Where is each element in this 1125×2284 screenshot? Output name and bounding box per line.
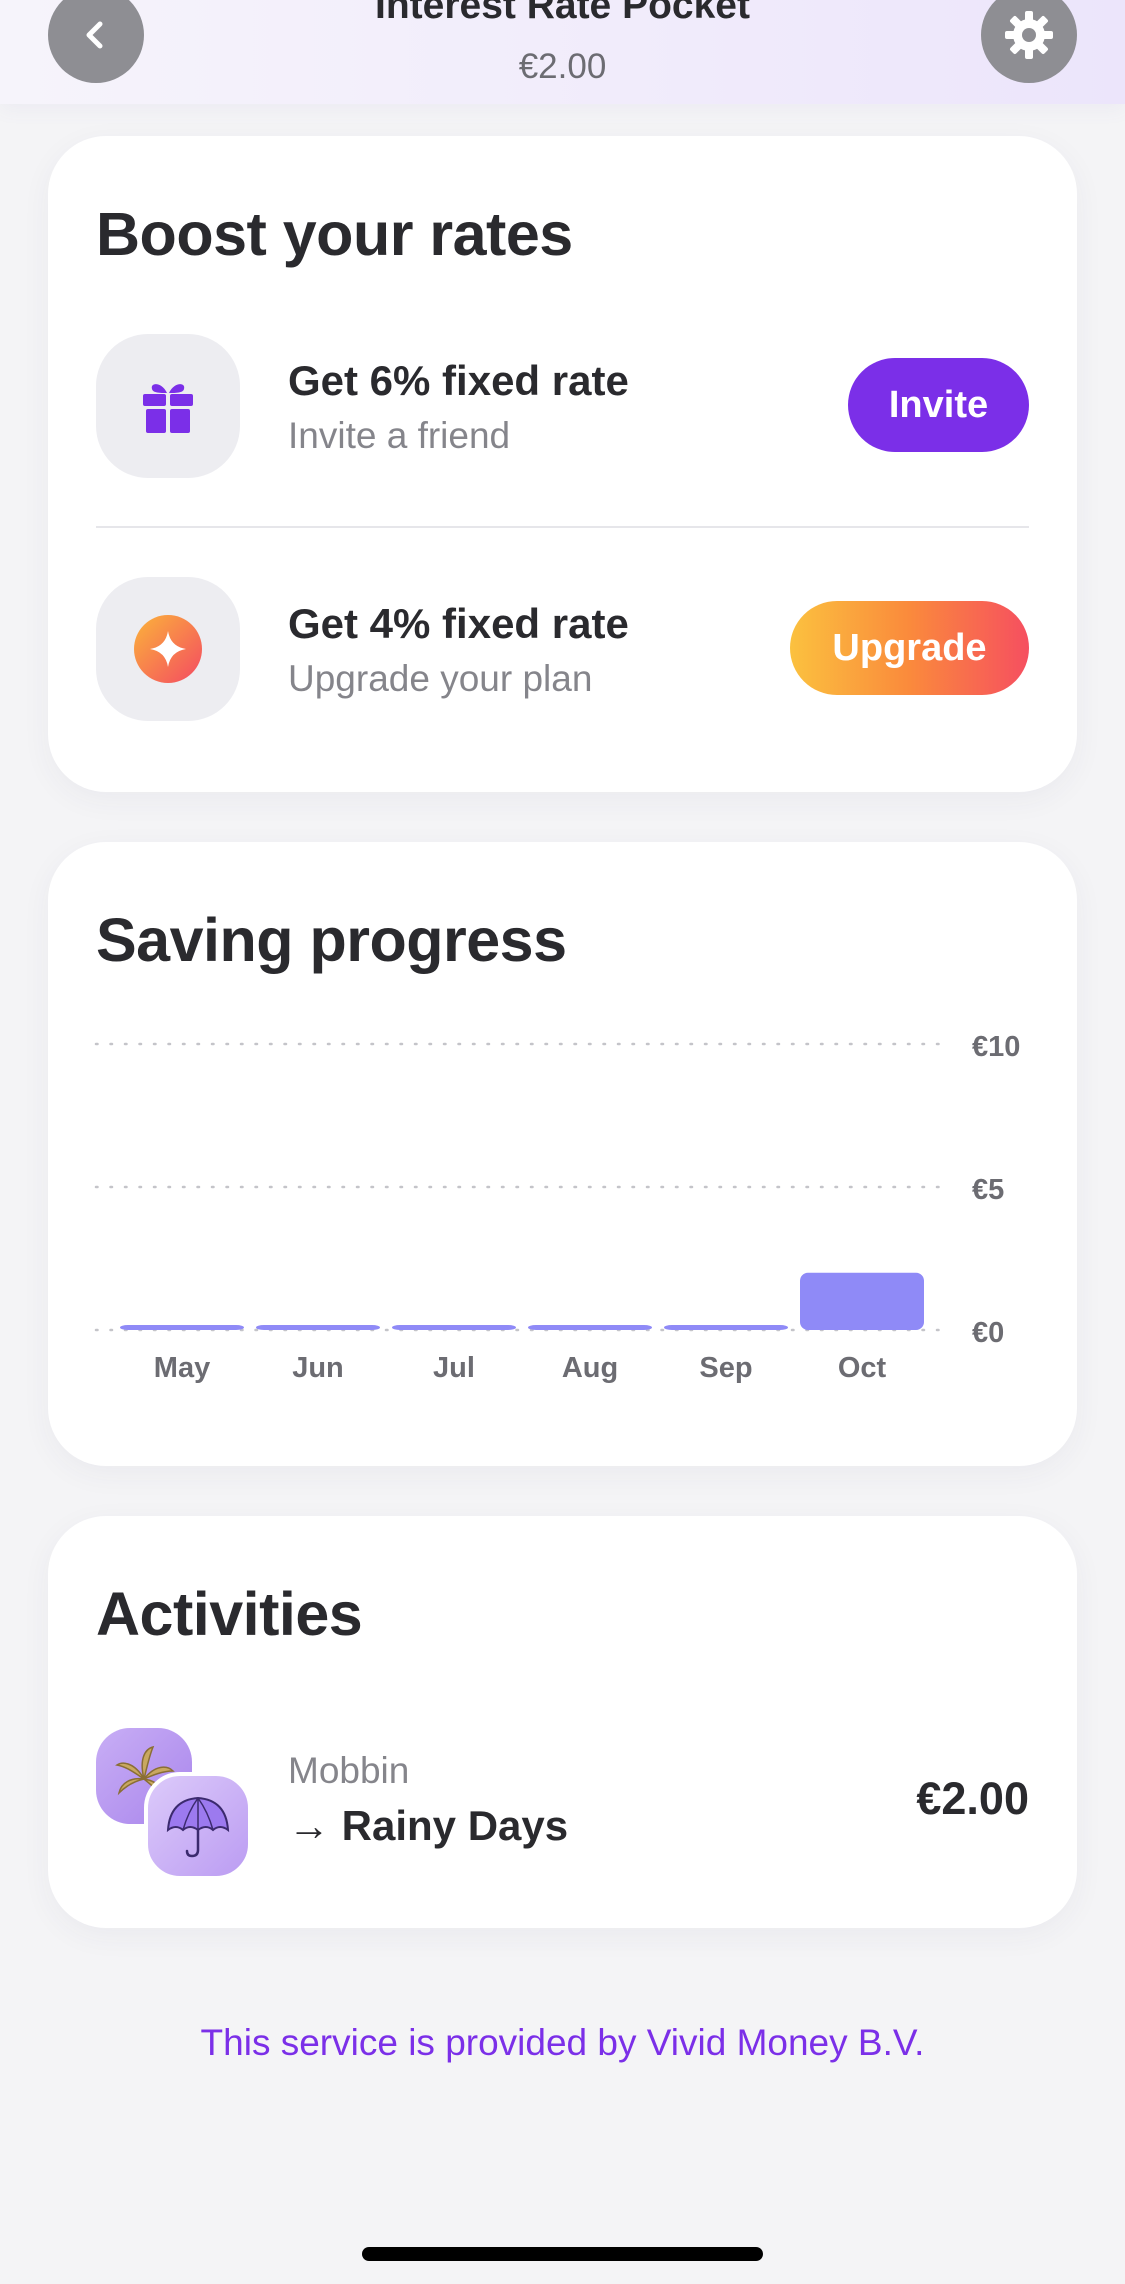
offer-title-upgrade: Get 4% fixed rate [288,600,629,647]
sparkle-icon-tile [96,577,240,721]
activities-card: Activities Mobbin → Rainy Days €2.00 [48,1516,1077,1928]
y-tick-label: €10 [972,1031,1020,1063]
chart-bar[interactable] [800,1272,924,1330]
boost-rates-card: Boost your rates Get 6% fixed rate Invit… [48,136,1077,792]
gear-icon [1005,11,1053,59]
chart-bar[interactable] [664,1325,788,1330]
pocket-avatar [144,1772,252,1880]
chart-bar[interactable] [392,1325,516,1330]
x-tick-label: Sep [699,1352,752,1384]
offer-subtitle-upgrade: Upgrade your plan [288,658,593,699]
boost-rates-title: Boost your rates [96,200,573,268]
saving-progress-card: Saving progress €10 €5 €0 May Jun Jul Aug Sep Oc… [48,842,1077,1466]
activity-amount: €2.00 [916,1773,1029,1824]
y-tick-label: €5 [972,1174,1004,1206]
saving-progress-chart: €10 €5 €0 May Jun Jul Aug Sep Oct [94,1031,1020,1384]
x-tick-label: May [154,1352,210,1384]
activities-title: Activities [96,1580,363,1648]
offer-title-invite: Get 6% fixed rate [288,357,629,404]
gift-icon-tile [96,334,240,478]
invite-button[interactable]: Invite [848,358,1029,452]
page-title: Interest Rate Pocket [375,0,750,27]
sparkle-icon [134,615,202,683]
pocket-balance: €2.00 [518,47,607,86]
chart-bar[interactable] [256,1325,380,1330]
x-tick-label: Aug [562,1352,618,1384]
chart-bar[interactable] [120,1325,244,1330]
gift-icon [143,384,193,433]
x-tick-label: Oct [838,1352,887,1384]
offer-subtitle-invite: Invite a friend [288,415,511,456]
home-indicator [362,2247,763,2261]
x-tick-label: Jul [433,1352,475,1384]
chart-bar[interactable] [528,1325,652,1330]
offer-divider [96,526,1029,528]
upgrade-button[interactable]: Upgrade [790,601,1029,695]
provider-note[interactable]: This service is provided by Vivid Money … [0,2024,1125,2061]
x-tick-label: Jun [292,1352,344,1384]
activity-merchant: Mobbin [288,1750,410,1791]
top-nav-bar: Interest Rate Pocket €2.00 [0,0,1125,104]
y-tick-label: €0 [972,1317,1004,1349]
umbrella-icon [166,1796,230,1858]
activity-destination: → Rainy Days [288,1802,569,1849]
